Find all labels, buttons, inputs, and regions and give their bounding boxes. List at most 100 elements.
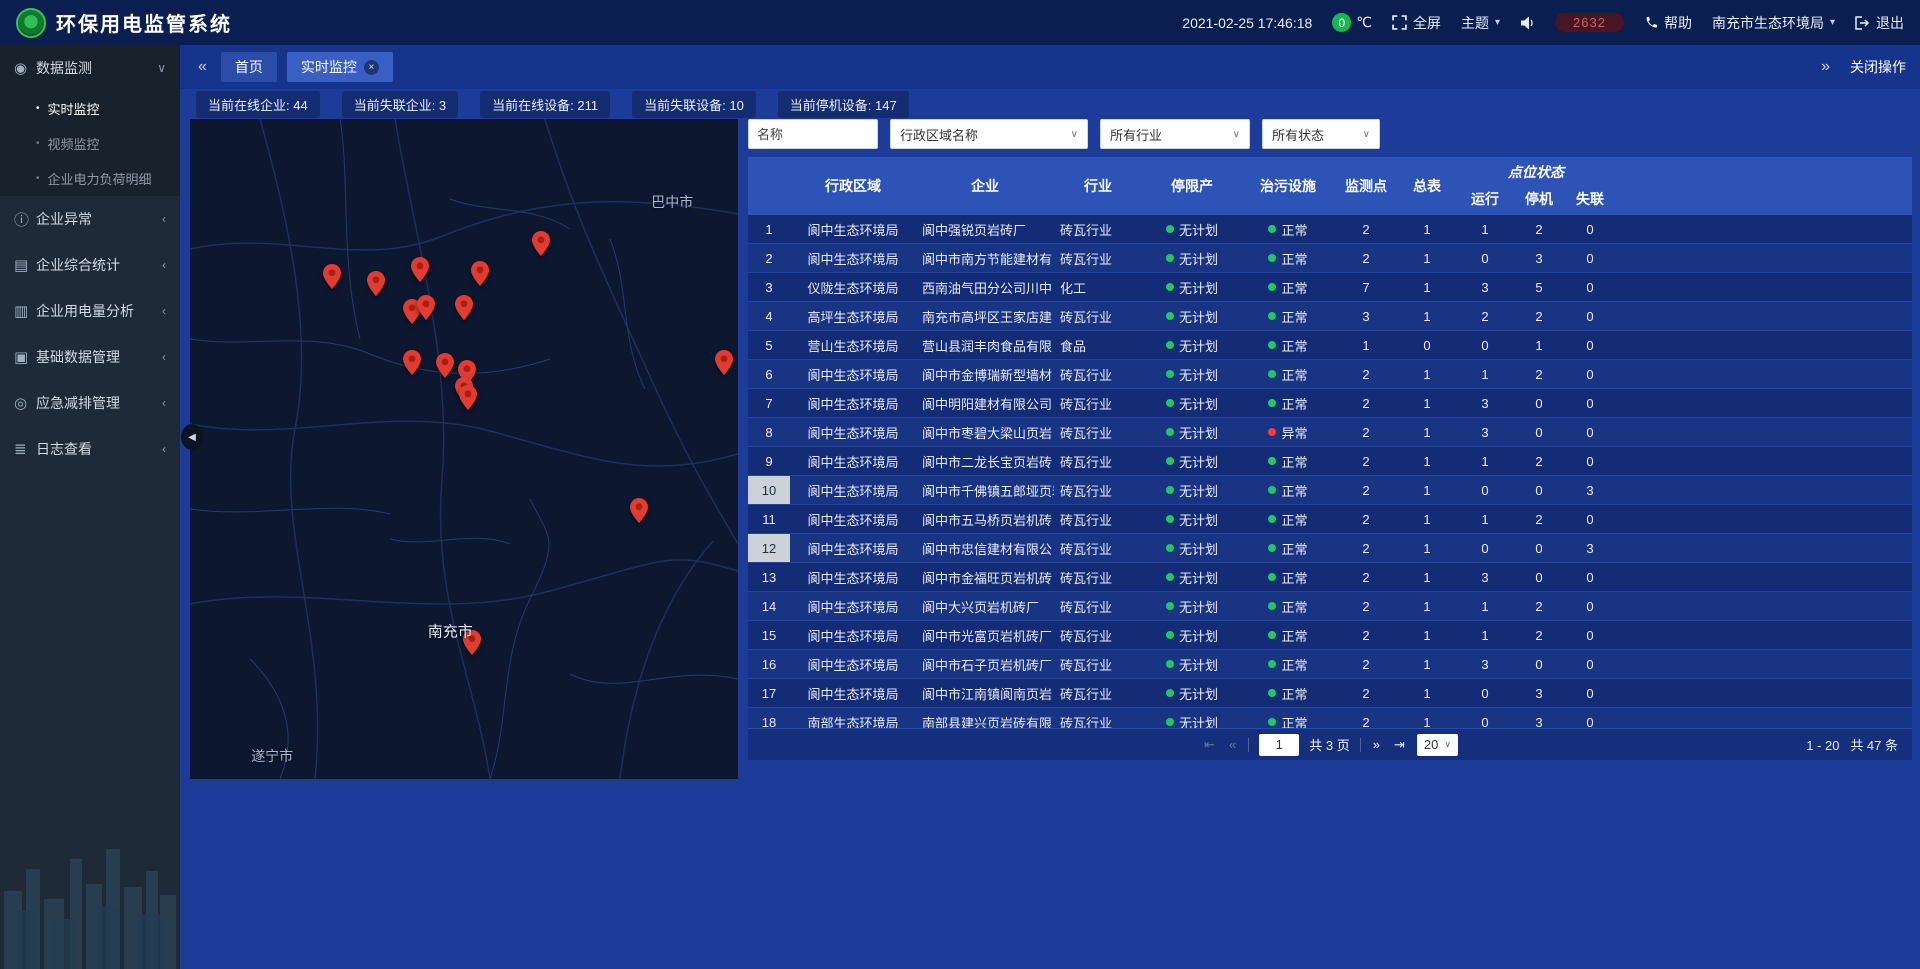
region-filter-select[interactable]: 行政区域名称 ∨ [890, 119, 1088, 149]
org-dropdown[interactable]: 南充市生态环境局 ▾ [1712, 13, 1835, 33]
cell-company: 南充市高坪区王家店建 [916, 302, 1054, 330]
cell-running: 3 [1456, 418, 1514, 446]
theme-dropdown[interactable]: 主题 ▾ [1461, 13, 1500, 33]
cell-lost: 0 [1564, 331, 1616, 359]
cell-company: 阆中市金博瑞新型墙材 [916, 360, 1054, 388]
temperature-badge: 0 [1332, 13, 1351, 32]
stat-online-enterprises: 当前在线企业: 44 [196, 91, 320, 118]
map-pin[interactable] [323, 264, 341, 294]
table-row[interactable]: 18南部生态环境局南部县建兴页岩砖有限砖瓦行业无计划正常21030 [748, 708, 1912, 728]
cell-lost: 0 [1564, 563, 1616, 591]
sidebar-item-5[interactable]: ◎应急减排管理‹ [0, 380, 180, 426]
map-pin[interactable] [715, 350, 733, 380]
cell-company: 阆中市江南镇阆南页岩 [916, 679, 1054, 707]
cell-production-limit: 无计划 [1142, 360, 1242, 388]
map-pin[interactable] [417, 295, 435, 325]
scroll-tabs-left-icon[interactable]: « [194, 58, 211, 76]
map-pin[interactable] [367, 271, 385, 301]
cell-production-limit: 无计划 [1142, 389, 1242, 417]
chevron-left-icon: ‹ [162, 442, 166, 456]
table-row[interactable]: 4高坪生态环境局南充市高坪区王家店建砖瓦行业无计划正常31220 [748, 302, 1912, 331]
map-collapse-handle[interactable]: ◀ [181, 424, 203, 450]
col-index [748, 157, 790, 215]
status-dot-green [1166, 544, 1174, 552]
previous-page-icon[interactable]: « [1227, 737, 1238, 752]
table-row[interactable]: 13阆中生态环境局阆中市金福旺页岩机砖砖瓦行业无计划正常21300 [748, 563, 1912, 592]
cell-filler [1616, 273, 1912, 301]
table-row[interactable]: 15阆中生态环境局阆中市光富页岩机砖厂砖瓦行业无计划正常21120 [748, 621, 1912, 650]
status-dot-green [1166, 341, 1174, 349]
logout-button[interactable]: 退出 [1855, 13, 1904, 33]
map-pin[interactable] [436, 353, 454, 383]
cell-pollution-facility: 正常 [1242, 215, 1334, 243]
table-row[interactable]: 6阆中生态环境局阆中市金博瑞新型墙材砖瓦行业无计划正常21120 [748, 360, 1912, 389]
table-row[interactable]: 2阆中生态环境局阆中市南方节能建材有砖瓦行业无计划正常21030 [748, 244, 1912, 273]
cell-company: 阆中市千佛镇五郎垭页岩 [916, 476, 1054, 504]
cell-total-meters: 1 [1398, 563, 1456, 591]
table-row[interactable]: 1阆中生态环境局阆中强锐页岩砖厂砖瓦行业无计划正常21120 [748, 215, 1912, 244]
theme-label: 主题 [1461, 13, 1489, 33]
table-row[interactable]: 9阆中生态环境局阆中市二龙长宝页岩砖砖瓦行业无计划正常21120 [748, 447, 1912, 476]
close-operations-button[interactable]: 关闭操作 [1850, 57, 1906, 77]
first-page-icon[interactable]: ⇤ [1202, 737, 1217, 753]
table-row[interactable]: 17阆中生态环境局阆中市江南镇阆南页岩砖瓦行业无计划正常21030 [748, 679, 1912, 708]
page-size-select[interactable]: 20 ∨ [1417, 734, 1458, 756]
map-pin[interactable] [630, 498, 648, 528]
table-row[interactable]: 7阆中生态环境局阆中明阳建材有限公司砖瓦行业无计划正常21300 [748, 389, 1912, 418]
sidebar-item-6[interactable]: ≣日志查看‹ [0, 426, 180, 472]
industry-filter-select[interactable]: 所有行业 ∨ [1100, 119, 1250, 149]
map-pin[interactable] [471, 261, 489, 291]
name-filter-input[interactable] [748, 119, 878, 149]
tab-0[interactable]: 首页 [221, 52, 277, 82]
announcement-button[interactable] [1520, 16, 1535, 30]
sidebar-item-3[interactable]: ▥企业用电量分析‹ [0, 288, 180, 334]
fullscreen-button[interactable]: 全屏 [1392, 13, 1441, 33]
table-row[interactable]: 3仪陇生态环境局西南油气田分公司川中化工无计划正常71350 [748, 273, 1912, 302]
alert-count-badge[interactable]: 2632 [1555, 13, 1624, 32]
cell-index: 4 [748, 302, 790, 330]
cell-region: 仪陇生态环境局 [790, 273, 916, 301]
help-button[interactable]: 帮助 [1644, 13, 1692, 33]
tab-1[interactable]: 实时监控× [287, 52, 393, 82]
table-row[interactable]: 14阆中生态环境局阆中大兴页岩机砖厂砖瓦行业无计划正常21120 [748, 592, 1912, 621]
last-page-icon[interactable]: ⇥ [1392, 737, 1407, 753]
cell-region: 南部生态环境局 [790, 708, 916, 728]
map-pin[interactable] [455, 295, 473, 325]
cell-region: 营山生态环境局 [790, 331, 916, 359]
col-group-point-status: 点位状态 [1456, 157, 1616, 183]
table-row[interactable]: 12阆中生态环境局阆中市忠信建材有限公砖瓦行业无计划正常21003 [748, 534, 1912, 563]
table-row[interactable]: 5营山生态环境局营山县润丰肉食品有限食品无计划正常10010 [748, 331, 1912, 360]
table-row[interactable]: 8阆中生态环境局阆中市枣碧大梁山页岩砖瓦行业无计划异常21300 [748, 418, 1912, 447]
cell-industry: 砖瓦行业 [1054, 505, 1142, 533]
sidebar-item-0[interactable]: ◉数据监测∨ [0, 45, 180, 91]
map-pin[interactable] [403, 350, 421, 380]
cell-total-meters: 1 [1398, 447, 1456, 475]
table-row[interactable]: 16阆中生态环境局阆中市石子页岩机砖厂砖瓦行业无计划正常21300 [748, 650, 1912, 679]
status-filter-select[interactable]: 所有状态 ∨ [1262, 119, 1380, 149]
map-pin[interactable] [459, 385, 477, 415]
cell-running: 3 [1456, 389, 1514, 417]
cell-region: 阆中生态环境局 [790, 389, 916, 417]
cell-index: 11 [748, 505, 790, 533]
cell-monitor-points: 2 [1334, 505, 1398, 533]
sidebar-subitem-1[interactable]: •视频监控 [0, 126, 180, 161]
next-page-icon[interactable]: » [1371, 737, 1382, 752]
map-pin[interactable] [411, 257, 429, 287]
stats-icon: ▤ [14, 256, 36, 274]
map[interactable]: 巴中市南充市遂宁市 [190, 119, 738, 779]
close-icon[interactable]: × [364, 60, 379, 75]
status-dot-green [1166, 486, 1174, 494]
table-row[interactable]: 11阆中生态环境局阆中市五马桥页岩机砖砖瓦行业无计划正常21120 [748, 505, 1912, 534]
sidebar-subitem-2[interactable]: •企业电力负荷明细 [0, 161, 180, 196]
cell-filler [1616, 360, 1912, 388]
col-4: 治污设施 [1242, 157, 1334, 215]
table-row[interactable]: 10阆中生态环境局阆中市千佛镇五郎垭页岩砖瓦行业无计划正常21003 [748, 476, 1912, 505]
sidebar-item-1[interactable]: ⓘ企业异常‹ [0, 196, 180, 242]
page-number-input[interactable] [1259, 734, 1299, 756]
status-dot-green [1166, 370, 1174, 378]
sidebar-item-4[interactable]: ▣基础数据管理‹ [0, 334, 180, 380]
sidebar-item-2[interactable]: ▤企业综合统计‹ [0, 242, 180, 288]
map-pin[interactable] [532, 231, 550, 261]
sidebar-subitem-0[interactable]: •实时监控 [0, 91, 180, 126]
scroll-tabs-right-icon[interactable]: » [1817, 58, 1834, 76]
